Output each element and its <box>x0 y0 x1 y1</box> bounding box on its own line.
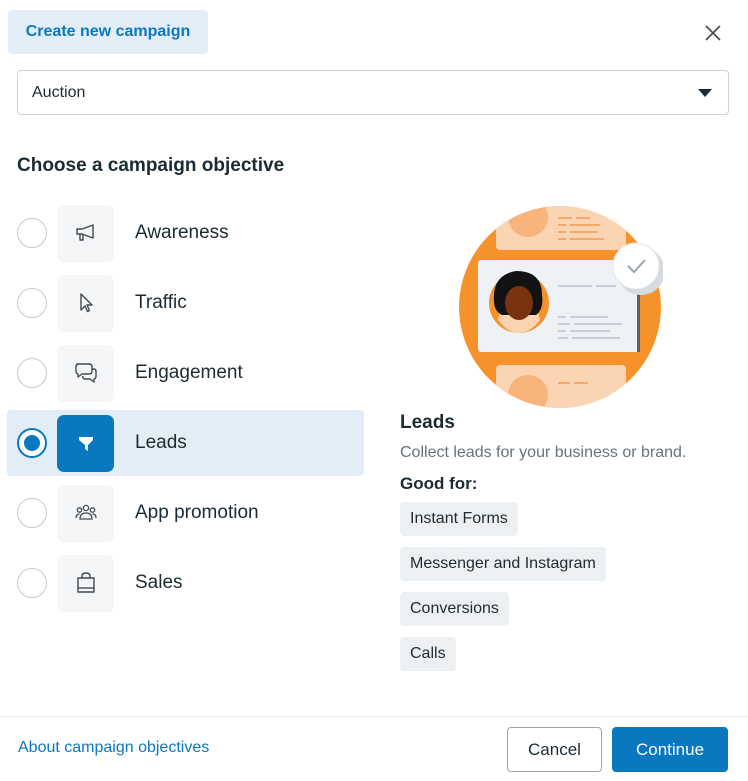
buying-type-select[interactable]: Auction <box>17 70 729 115</box>
cursor-icon <box>57 274 114 332</box>
objective-traffic[interactable]: Traffic <box>7 270 364 336</box>
radio-traffic[interactable] <box>17 288 47 318</box>
objective-detail: Leads Collect leads for your business or… <box>400 412 740 682</box>
good-for-chips: Instant Forms Messenger and Instagram Co… <box>400 502 740 671</box>
good-for-chip: Messenger and Instagram <box>400 547 606 581</box>
radio-leads[interactable] <box>17 428 47 458</box>
objective-label: Engagement <box>135 362 243 383</box>
people-group-icon <box>57 484 114 542</box>
objective-leads[interactable]: Leads <box>7 410 364 476</box>
caret-down-icon <box>698 89 712 97</box>
objective-app-promotion[interactable]: App promotion <box>7 480 364 546</box>
radio-engagement[interactable] <box>17 358 47 388</box>
objective-label: App promotion <box>135 502 259 523</box>
about-objectives-link[interactable]: About campaign objectives <box>18 739 209 757</box>
funnel-icon <box>57 414 114 472</box>
continue-button[interactable]: Continue <box>612 727 728 772</box>
radio-awareness[interactable] <box>17 218 47 248</box>
leads-illustration <box>459 206 663 408</box>
detail-title: Leads <box>400 412 455 433</box>
cancel-button[interactable]: Cancel <box>507 727 602 772</box>
shopping-bag-icon <box>57 554 114 612</box>
objective-label: Awareness <box>135 222 229 243</box>
objective-label: Leads <box>135 432 187 453</box>
objective-sales[interactable]: Sales <box>7 550 364 616</box>
objective-label: Traffic <box>135 292 187 313</box>
good-for-chip: Conversions <box>400 592 509 626</box>
good-for-chip: Calls <box>400 637 456 671</box>
create-campaign-tab[interactable]: Create new campaign <box>8 10 208 54</box>
chat-bubbles-icon <box>57 344 114 402</box>
good-for-chip: Instant Forms <box>400 502 518 536</box>
good-for-label: Good for: <box>400 474 478 493</box>
radio-app-promotion[interactable] <box>17 498 47 528</box>
footer-divider <box>0 716 748 717</box>
detail-description: Collect leads for your business or brand… <box>400 444 687 461</box>
close-button[interactable] <box>700 20 726 46</box>
objective-label: Sales <box>135 572 183 593</box>
objective-awareness[interactable]: Awareness <box>7 200 364 266</box>
objective-engagement[interactable]: Engagement <box>7 340 364 406</box>
buying-type-value: Auction <box>32 83 86 101</box>
megaphone-icon <box>57 204 114 262</box>
radio-sales[interactable] <box>17 568 47 598</box>
section-title: Choose a campaign objective <box>17 155 285 176</box>
close-icon <box>705 25 721 41</box>
objective-list: Awareness Traffic Engagement Leads App p… <box>7 200 364 620</box>
